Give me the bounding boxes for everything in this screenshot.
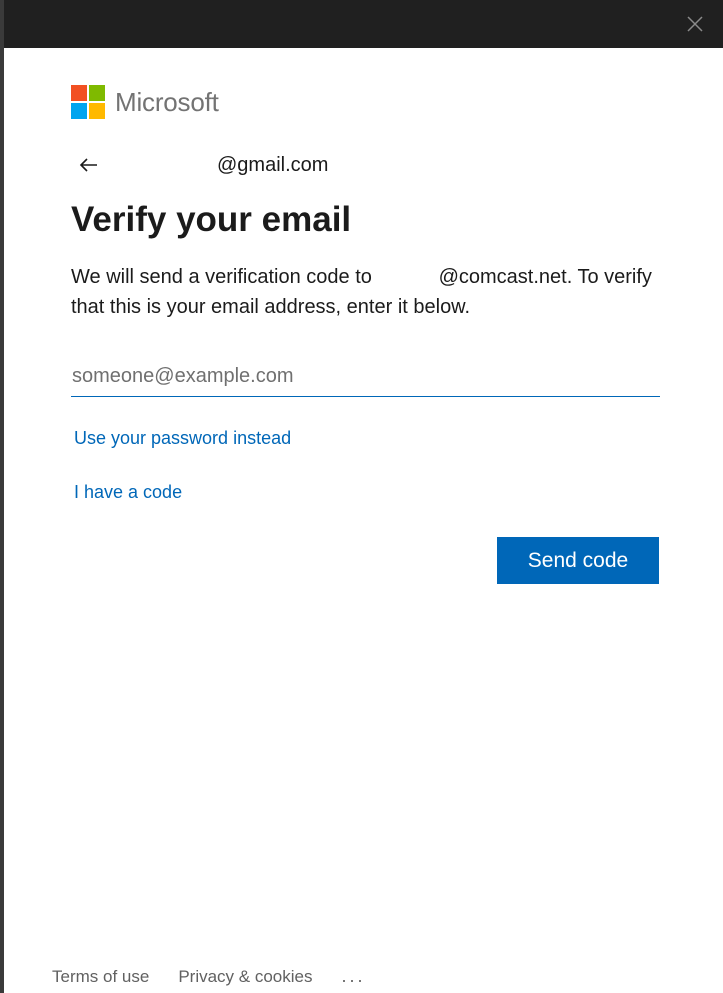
back-button[interactable] <box>73 149 105 181</box>
title-bar <box>4 0 723 48</box>
close-button[interactable] <box>681 10 709 38</box>
send-code-button[interactable]: Send code <box>497 537 659 584</box>
microsoft-logo: Microsoft <box>71 85 219 119</box>
arrow-left-icon <box>79 158 97 172</box>
use-password-link[interactable]: Use your password instead <box>74 428 291 449</box>
footer: Terms of use Privacy & cookies ... <box>52 966 366 987</box>
sign-in-dialog: Microsoft @gmail.com Verify your email W… <box>4 48 723 993</box>
identity-email: @gmail.com <box>217 153 329 176</box>
privacy-link[interactable]: Privacy & cookies <box>178 967 312 987</box>
identity-banner: @gmail.com <box>71 148 328 182</box>
have-code-link[interactable]: I have a code <box>74 482 182 503</box>
logo-text: Microsoft <box>115 86 219 117</box>
close-icon <box>687 16 703 32</box>
description-text: We will send a verification code to @com… <box>71 266 658 318</box>
microsoft-logo-icon <box>71 85 105 119</box>
page-title: Verify your email <box>71 200 352 239</box>
email-input[interactable] <box>71 356 660 397</box>
more-options-button[interactable]: ... <box>341 966 365 987</box>
terms-link[interactable]: Terms of use <box>52 967 149 987</box>
